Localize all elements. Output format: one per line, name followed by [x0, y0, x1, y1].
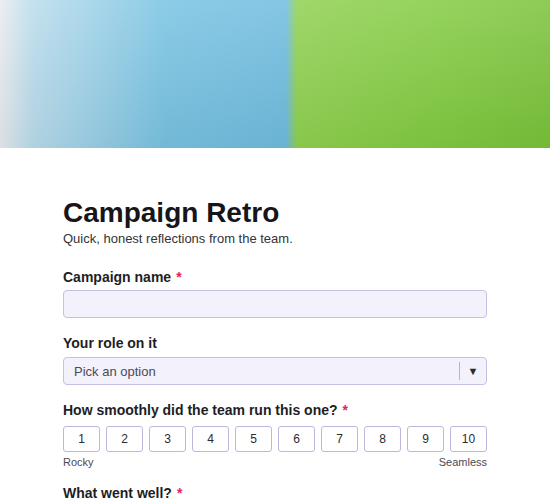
scale-option[interactable]: 2 — [106, 426, 143, 452]
select-divider — [459, 362, 460, 380]
scale-option[interactable]: 5 — [235, 426, 272, 452]
form-field: What went well?* — [63, 484, 487, 500]
scale-option[interactable]: 3 — [149, 426, 186, 452]
form-title: Campaign Retro — [63, 196, 487, 230]
rating-scale: 12345678910 Rocky Seamless — [63, 426, 487, 469]
form-field: Your role on it Pick an option▼ — [63, 334, 487, 385]
form-field: How smoothly did the team run this one?*… — [63, 401, 487, 469]
field-label: Campaign name* — [63, 268, 487, 286]
scale-max-label: Seamless — [439, 455, 487, 469]
field-label: How smoothly did the team run this one?* — [63, 401, 487, 419]
scale-option[interactable]: 7 — [321, 426, 358, 452]
select-placeholder: Pick an option — [74, 364, 459, 379]
form-subtitle: Quick, honest reflections from the team. — [63, 230, 487, 248]
scale-option[interactable]: 10 — [450, 426, 487, 452]
field-label: Your role on it — [63, 334, 487, 352]
page: Campaign RetroQuick, honest reflections … — [0, 0, 550, 500]
required-mark: * — [176, 269, 181, 285]
required-mark: * — [343, 402, 348, 418]
select-box[interactable]: Pick an option▼ — [63, 357, 487, 385]
scale-option[interactable]: 6 — [278, 426, 315, 452]
scale-min-label: Rocky — [63, 455, 94, 469]
scale-ends: Rocky Seamless — [63, 455, 487, 469]
scale-options: 12345678910 — [63, 426, 487, 452]
header-photo — [0, 0, 550, 148]
scale-option[interactable]: 8 — [364, 426, 401, 452]
text-input[interactable] — [63, 290, 487, 318]
scale-option[interactable]: 9 — [407, 426, 444, 452]
required-mark: * — [177, 485, 182, 500]
scale-option[interactable]: 4 — [192, 426, 229, 452]
retro-form: Campaign RetroQuick, honest reflections … — [63, 148, 487, 500]
form-field: Campaign name* — [63, 268, 487, 318]
scale-option[interactable]: 1 — [63, 426, 100, 452]
field-label: What went well?* — [63, 484, 487, 500]
caret-icon: ▼ — [460, 365, 486, 377]
